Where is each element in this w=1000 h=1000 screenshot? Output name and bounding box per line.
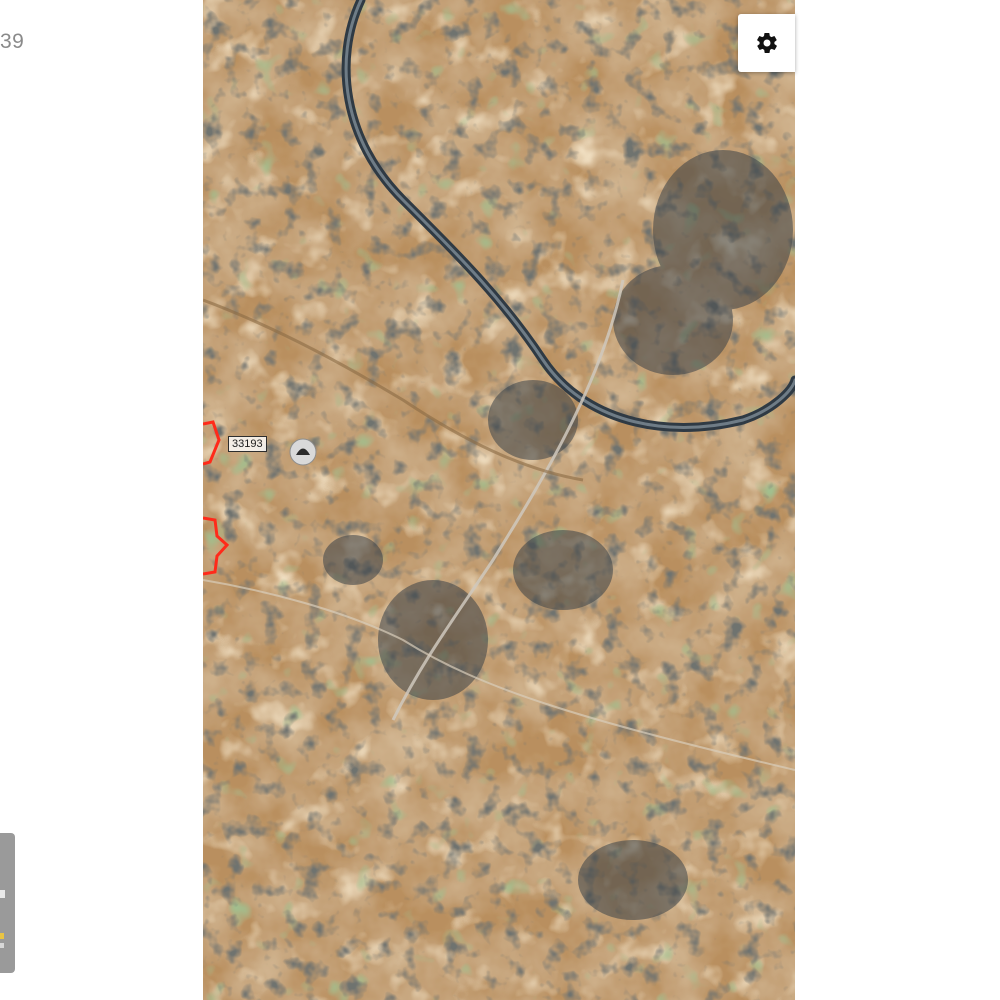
side-widget-marker-grey xyxy=(0,943,4,948)
left-panel-text: 39 xyxy=(0,30,25,53)
side-widget-tab[interactable] xyxy=(0,833,15,973)
parcel-number-label[interactable]: 33193 xyxy=(228,436,267,452)
satellite-map[interactable] xyxy=(203,0,795,1000)
parcel-marker-icon xyxy=(289,438,317,466)
settings-button[interactable] xyxy=(738,14,795,72)
right-panel xyxy=(795,0,1000,1000)
side-widget-marker xyxy=(0,890,5,898)
side-widget-marker-yellow xyxy=(0,933,4,939)
page: 39 33193 xyxy=(0,0,1000,1000)
gear-icon xyxy=(756,32,777,54)
left-panel: 39 xyxy=(0,0,203,1000)
satellite-imagery xyxy=(203,0,795,1000)
